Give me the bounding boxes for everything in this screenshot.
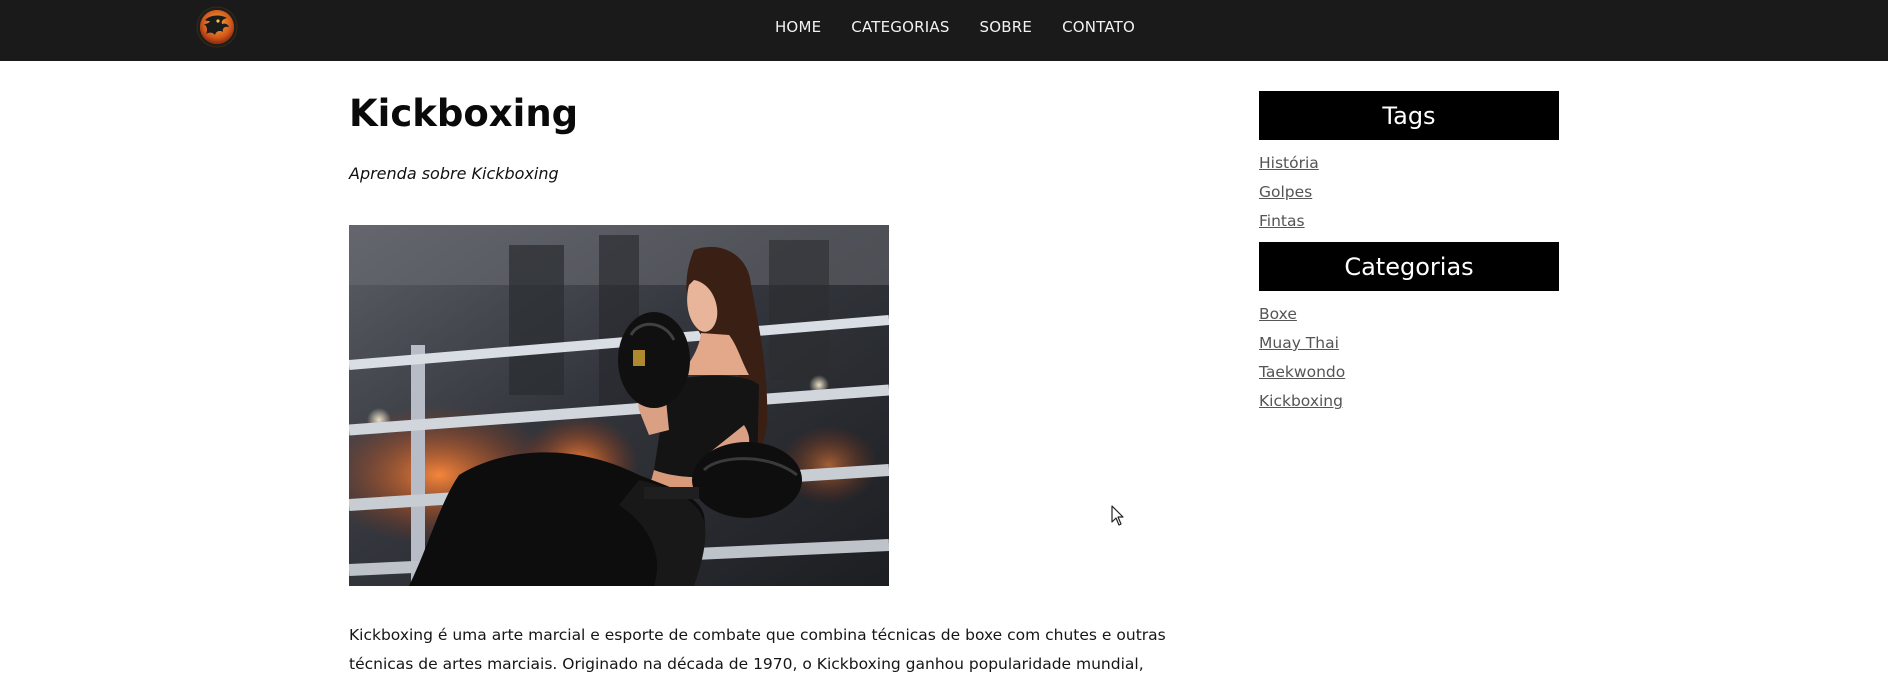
tags-widget: Tags História Golpes Fintas (1259, 91, 1559, 242)
top-navbar: HOME CATEGORIAS SOBRE CONTATO (0, 0, 1888, 61)
article-subtitle: Aprenda sobre Kickboxing (349, 164, 559, 183)
main-nav: HOME CATEGORIAS SOBRE CONTATO (0, 0, 1888, 54)
list-item: Kickboxing (1259, 386, 1559, 415)
category-link-boxe[interactable]: Boxe (1259, 305, 1297, 323)
article-body-text: Kickboxing é uma arte marcial e esporte … (349, 626, 1166, 673)
list-item: Taekwondo (1259, 357, 1559, 386)
tags-widget-title: Tags (1259, 91, 1559, 140)
nav-contato-link[interactable]: CONTATO (1047, 18, 1150, 36)
list-item: História (1259, 148, 1559, 177)
nav-home-link[interactable]: HOME (760, 18, 836, 36)
category-link-kickboxing[interactable]: Kickboxing (1259, 392, 1343, 410)
tag-link-fintas[interactable]: Fintas (1259, 212, 1305, 230)
tag-link-historia[interactable]: História (1259, 154, 1319, 172)
list-item: Boxe (1259, 299, 1559, 328)
categories-widget-title: Categorias (1259, 242, 1559, 291)
nav-categorias-link[interactable]: CATEGORIAS (836, 18, 964, 36)
nav-sobre-link[interactable]: SOBRE (965, 18, 1048, 36)
mouse-pointer-icon (1111, 505, 1125, 527)
categories-widget: Categorias Boxe Muay Thai Taekwondo Kick… (1259, 242, 1559, 422)
page-title: Kickboxing (349, 92, 579, 135)
categories-list: Boxe Muay Thai Taekwondo Kickboxing (1259, 291, 1559, 422)
list-item: Fintas (1259, 206, 1559, 235)
list-item: Muay Thai (1259, 328, 1559, 357)
kickboxer-photo (349, 225, 889, 586)
list-item: Golpes (1259, 177, 1559, 206)
tag-link-golpes[interactable]: Golpes (1259, 183, 1312, 201)
tags-list: História Golpes Fintas (1259, 140, 1559, 242)
sidebar: Tags História Golpes Fintas Categorias B… (1259, 91, 1559, 422)
category-link-taekwondo[interactable]: Taekwondo (1259, 363, 1345, 381)
article: Kickboxing Aprenda sobre Kickboxing Kick… (349, 88, 1199, 673)
category-link-muay-thai[interactable]: Muay Thai (1259, 334, 1339, 352)
